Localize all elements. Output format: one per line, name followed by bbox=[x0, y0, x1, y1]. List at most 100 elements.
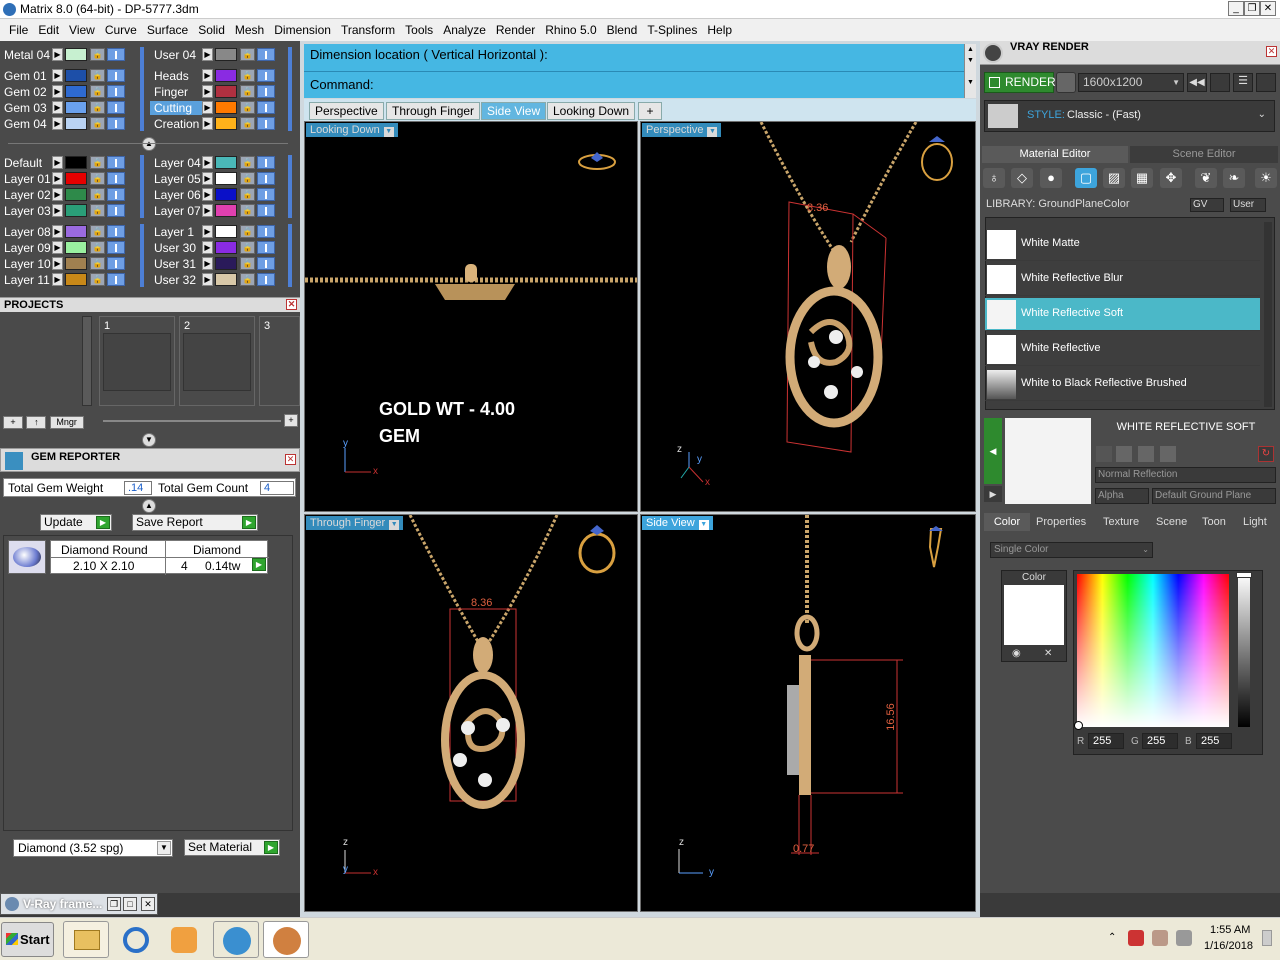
layer-row[interactable]: Gem 03 ▶ 🔒 bbox=[0, 100, 125, 115]
layer-row[interactable]: Layer 06 ▶ 🔒 bbox=[150, 187, 275, 202]
layer-color-swatch[interactable] bbox=[65, 257, 87, 270]
layer-color-swatch[interactable] bbox=[215, 69, 237, 82]
layer-name[interactable]: Layer 11 bbox=[0, 273, 52, 287]
visibility-icon[interactable] bbox=[257, 156, 275, 169]
flask-icon[interactable]: ♁ bbox=[983, 168, 1005, 188]
camera-icon[interactable] bbox=[1056, 72, 1076, 93]
lock-icon[interactable]: 🔒 bbox=[240, 101, 255, 114]
menu-help[interactable]: Help bbox=[702, 23, 737, 37]
layer-name[interactable]: Metal 04 bbox=[0, 48, 52, 62]
visibility-icon[interactable] bbox=[107, 273, 125, 286]
b-input[interactable]: 255 bbox=[1196, 733, 1232, 749]
tab-color[interactable]: Color bbox=[984, 513, 1030, 531]
lock-icon[interactable]: 🔒 bbox=[90, 117, 105, 130]
tab-toon[interactable]: Toon bbox=[1202, 513, 1226, 531]
material-item[interactable]: White Reflective bbox=[985, 333, 1260, 366]
projects-plus-button[interactable]: + bbox=[284, 414, 298, 427]
layer-expand-icon[interactable]: ▶ bbox=[52, 156, 63, 169]
tab-perspective[interactable]: Perspective bbox=[309, 102, 384, 120]
lock-icon[interactable]: 🔒 bbox=[90, 257, 105, 270]
add-project-button[interactable]: + bbox=[3, 416, 23, 429]
layer-row[interactable]: User 04 ▶ 🔒 bbox=[150, 47, 275, 62]
layer-row[interactable]: User 30 ▶ 🔒 bbox=[150, 240, 275, 255]
visibility-icon[interactable] bbox=[257, 204, 275, 217]
lock-icon[interactable]: 🔒 bbox=[90, 225, 105, 238]
menu-blend[interactable]: Blend bbox=[602, 23, 643, 37]
layer-expand-icon[interactable]: ▶ bbox=[52, 117, 63, 130]
internet-explorer-icon[interactable] bbox=[115, 921, 159, 958]
visibility-icon[interactable] bbox=[257, 225, 275, 238]
layer-name[interactable]: Layer 04 bbox=[150, 156, 202, 170]
layer-row[interactable]: Layer 05 ▶ 🔒 bbox=[150, 171, 275, 186]
material-select[interactable]: Diamond (3.52 spg) ▼ bbox=[13, 839, 173, 857]
visibility-icon[interactable] bbox=[107, 241, 125, 254]
layer-row[interactable]: Layer 03 ▶ 🔒 bbox=[0, 203, 125, 218]
layer-expand-icon[interactable]: ▶ bbox=[202, 257, 213, 270]
visibility-icon[interactable] bbox=[257, 172, 275, 185]
lock-icon[interactable]: 🔒 bbox=[240, 204, 255, 217]
menu-tools[interactable]: Tools bbox=[400, 23, 438, 37]
tab-material-editor[interactable]: Material Editor bbox=[982, 146, 1128, 163]
frame-icon[interactable] bbox=[1210, 73, 1230, 92]
project-slot-1[interactable]: 1 bbox=[99, 316, 175, 406]
lock-icon[interactable]: 🔒 bbox=[90, 188, 105, 201]
layer-color-swatch[interactable] bbox=[65, 204, 87, 217]
bulb-icon[interactable]: ☀ bbox=[1255, 168, 1277, 188]
layer-name[interactable]: Creation bbox=[150, 117, 202, 131]
layer-name[interactable]: Gem 04 bbox=[0, 117, 52, 131]
matrix-taskbar-icon[interactable] bbox=[263, 921, 309, 958]
set-material-button[interactable]: Set Material ▶ bbox=[184, 839, 280, 856]
user-toggle[interactable]: User bbox=[1230, 198, 1266, 212]
layer-expand-icon[interactable]: ▶ bbox=[52, 257, 63, 270]
layer-row[interactable]: Layer 11 ▶ 🔒 bbox=[0, 272, 125, 287]
lock-icon[interactable]: 🔒 bbox=[90, 172, 105, 185]
visibility-icon[interactable] bbox=[107, 225, 125, 238]
lock-icon[interactable]: 🔒 bbox=[90, 101, 105, 114]
layer-color-swatch[interactable] bbox=[215, 204, 237, 217]
preview-toggle[interactable]: ◀ bbox=[984, 418, 1002, 484]
layer-row[interactable]: Layer 10 ▶ 🔒 bbox=[0, 256, 125, 271]
r-input[interactable]: 255 bbox=[1088, 733, 1124, 749]
minimize-button[interactable]: _ bbox=[1228, 1, 1244, 16]
layer-name[interactable]: Gem 02 bbox=[0, 85, 52, 99]
show-desktop-button[interactable] bbox=[1262, 930, 1272, 946]
lock-icon[interactable]: 🔒 bbox=[90, 48, 105, 61]
menu-surface[interactable]: Surface bbox=[142, 23, 193, 37]
visibility-icon[interactable] bbox=[257, 85, 275, 98]
color-spectrum[interactable] bbox=[1077, 574, 1229, 727]
tab-light[interactable]: Light bbox=[1243, 513, 1267, 531]
layer-name[interactable]: User 32 bbox=[150, 273, 202, 287]
color-cursor[interactable] bbox=[1074, 721, 1083, 730]
restore-button[interactable]: ❐ bbox=[1244, 1, 1260, 16]
tray-expand-icon[interactable]: ⌃ bbox=[1108, 932, 1116, 943]
projects-scrollbar[interactable] bbox=[82, 316, 92, 406]
splash-icon[interactable]: ❦ bbox=[1195, 168, 1217, 188]
lock-icon[interactable]: 🔒 bbox=[90, 156, 105, 169]
collapse-gem-button[interactable]: ▲ bbox=[142, 499, 156, 513]
layer-expand-icon[interactable]: ▶ bbox=[202, 188, 213, 201]
style-select[interactable]: STYLE: Classic - (Fast) ⌄ bbox=[984, 100, 1275, 132]
material-item-selected[interactable]: White Reflective Soft bbox=[985, 298, 1260, 331]
plane-icon[interactable]: ▢ bbox=[1075, 168, 1097, 188]
layer-color-swatch[interactable] bbox=[215, 156, 237, 169]
color-wheel-icon[interactable]: ◉ bbox=[1012, 648, 1021, 659]
layer-name[interactable]: Cutting bbox=[150, 100, 202, 115]
menu-mesh[interactable]: Mesh bbox=[230, 23, 269, 37]
vray-taskbar-icon[interactable] bbox=[213, 921, 259, 958]
layer-expand-icon[interactable]: ▶ bbox=[202, 273, 213, 286]
layer-expand-icon[interactable]: ▶ bbox=[52, 188, 63, 201]
manager-button[interactable]: Mngr bbox=[49, 416, 84, 429]
projects-slider[interactable] bbox=[103, 420, 281, 422]
visibility-icon[interactable] bbox=[257, 257, 275, 270]
visibility-icon[interactable] bbox=[107, 156, 125, 169]
material-scrollbar[interactable] bbox=[1264, 222, 1272, 407]
layer-expand-icon[interactable]: ▶ bbox=[52, 48, 63, 61]
layer-name[interactable]: Layer 06 bbox=[150, 188, 202, 202]
command-prompt[interactable]: Command: bbox=[310, 77, 374, 92]
layer-row[interactable]: Gem 02 ▶ 🔒 bbox=[0, 84, 125, 99]
layer-row[interactable]: Layer 02 ▶ 🔒 bbox=[0, 187, 125, 202]
layer-expand-icon[interactable]: ▶ bbox=[52, 241, 63, 254]
up-project-button[interactable]: ↑ bbox=[26, 416, 47, 429]
layer-expand-icon[interactable]: ▶ bbox=[202, 172, 213, 185]
material-item[interactable]: White Reflective Blur bbox=[985, 263, 1260, 296]
